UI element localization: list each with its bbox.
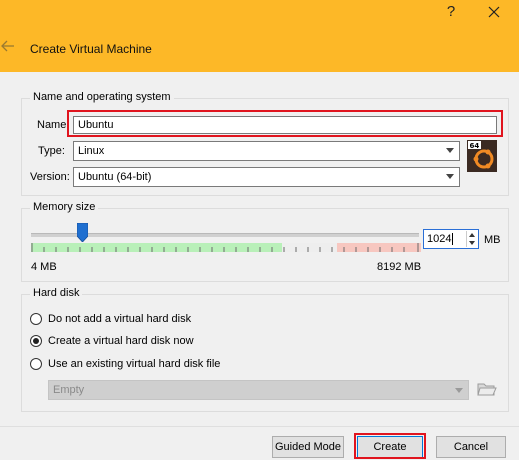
memory-spinbox[interactable]: 1024: [423, 229, 479, 249]
hard-disk-legend: Hard disk: [30, 287, 83, 299]
spin-down-icon[interactable]: [469, 241, 475, 245]
memory-value: 1024: [427, 233, 452, 245]
chevron-down-icon: [446, 148, 454, 153]
type-select[interactable]: Linux: [73, 141, 460, 161]
version-value: Ubuntu (64-bit): [78, 171, 152, 183]
type-value: Linux: [78, 145, 105, 157]
os-badge-text: 64: [470, 142, 480, 150]
radio-existing-disk-label[interactable]: Use an existing virtual hard disk file: [48, 358, 220, 370]
dialog-title: Create Virtual Machine: [30, 42, 152, 56]
name-label: Name: [37, 119, 67, 131]
name-field-highlight: [67, 110, 503, 137]
memory-legend: Memory size: [30, 201, 99, 213]
memory-spin-buttons[interactable]: [466, 231, 477, 247]
name-os-legend: Name and operating system: [30, 91, 174, 103]
radio-no-disk-label[interactable]: Do not add a virtual hard disk: [48, 313, 191, 325]
create-button-highlight: [354, 433, 426, 459]
back-arrow-icon[interactable]: [0, 38, 16, 54]
title-bar: ? Create Virtual Machine: [0, 0, 519, 72]
memory-max-label: 8192 MB: [377, 261, 422, 273]
help-button[interactable]: ?: [441, 2, 461, 22]
close-button[interactable]: [483, 1, 505, 23]
folder-open-icon: [477, 383, 497, 396]
memory-slider-handle[interactable]: [77, 223, 88, 242]
memory-unit-label: MB: [484, 234, 501, 246]
memory-slider-track[interactable]: [31, 233, 419, 237]
version-select[interactable]: Ubuntu (64-bit): [73, 167, 460, 187]
chevron-down-icon: [446, 174, 454, 179]
close-icon: [488, 6, 500, 18]
memory-slider-scale: [31, 243, 421, 252]
existing-disk-value: Empty: [53, 384, 85, 396]
radio-create-disk-label[interactable]: Create a virtual hard disk now: [48, 335, 194, 347]
type-label: Type:: [38, 145, 65, 157]
memory-min-label: 4 MB: [31, 261, 57, 273]
version-label: Version:: [30, 171, 70, 183]
radio-button[interactable]: [30, 335, 42, 347]
chevron-down-icon: [455, 388, 463, 393]
spin-up-icon[interactable]: [469, 233, 475, 237]
cancel-button[interactable]: Cancel: [436, 436, 506, 458]
radio-button[interactable]: [30, 358, 42, 370]
guided-mode-button[interactable]: Guided Mode: [272, 436, 344, 458]
existing-disk-select: Empty: [48, 380, 469, 400]
ubuntu-os-icon: 64: [467, 140, 497, 172]
radio-button[interactable]: [30, 313, 42, 325]
